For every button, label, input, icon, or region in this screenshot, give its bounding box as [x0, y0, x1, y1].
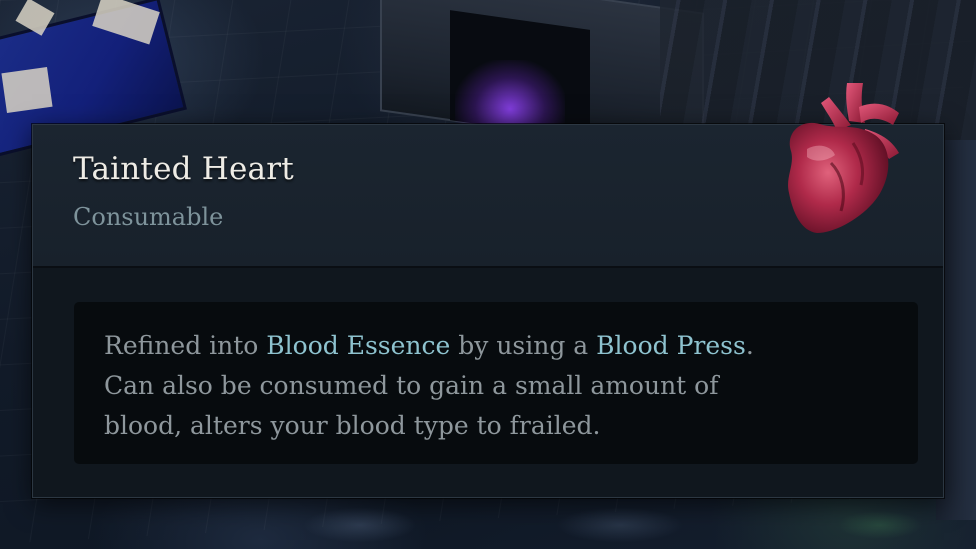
description-line-3: blood, alters your blood type to frailed… [104, 411, 601, 440]
description-text: . [745, 331, 754, 360]
keyword-blood-essence: Blood Essence [266, 331, 451, 360]
description-line-2: Can also be consumed to gain a small amo… [104, 371, 719, 400]
purple-glow [455, 60, 565, 130]
item-name: Tainted Heart [73, 151, 294, 187]
description-text: Refined into [104, 331, 267, 360]
scattered-paper [1, 66, 53, 114]
description-box: Refined into Blood Essence by using a Bl… [74, 302, 918, 464]
description-text: by using a [450, 331, 597, 360]
keyword-blood-press: Blood Press [596, 331, 746, 360]
item-description: Refined into Blood Essence by using a Bl… [104, 326, 888, 446]
heart-icon [788, 83, 899, 233]
item-type: Consumable [73, 203, 224, 231]
floor-stones [0, 495, 976, 549]
item-tooltip: Tainted Heart Consumable Refined into Bl… [32, 83, 944, 498]
description-line-1: Refined into Blood Essence by using a Bl… [104, 326, 888, 366]
